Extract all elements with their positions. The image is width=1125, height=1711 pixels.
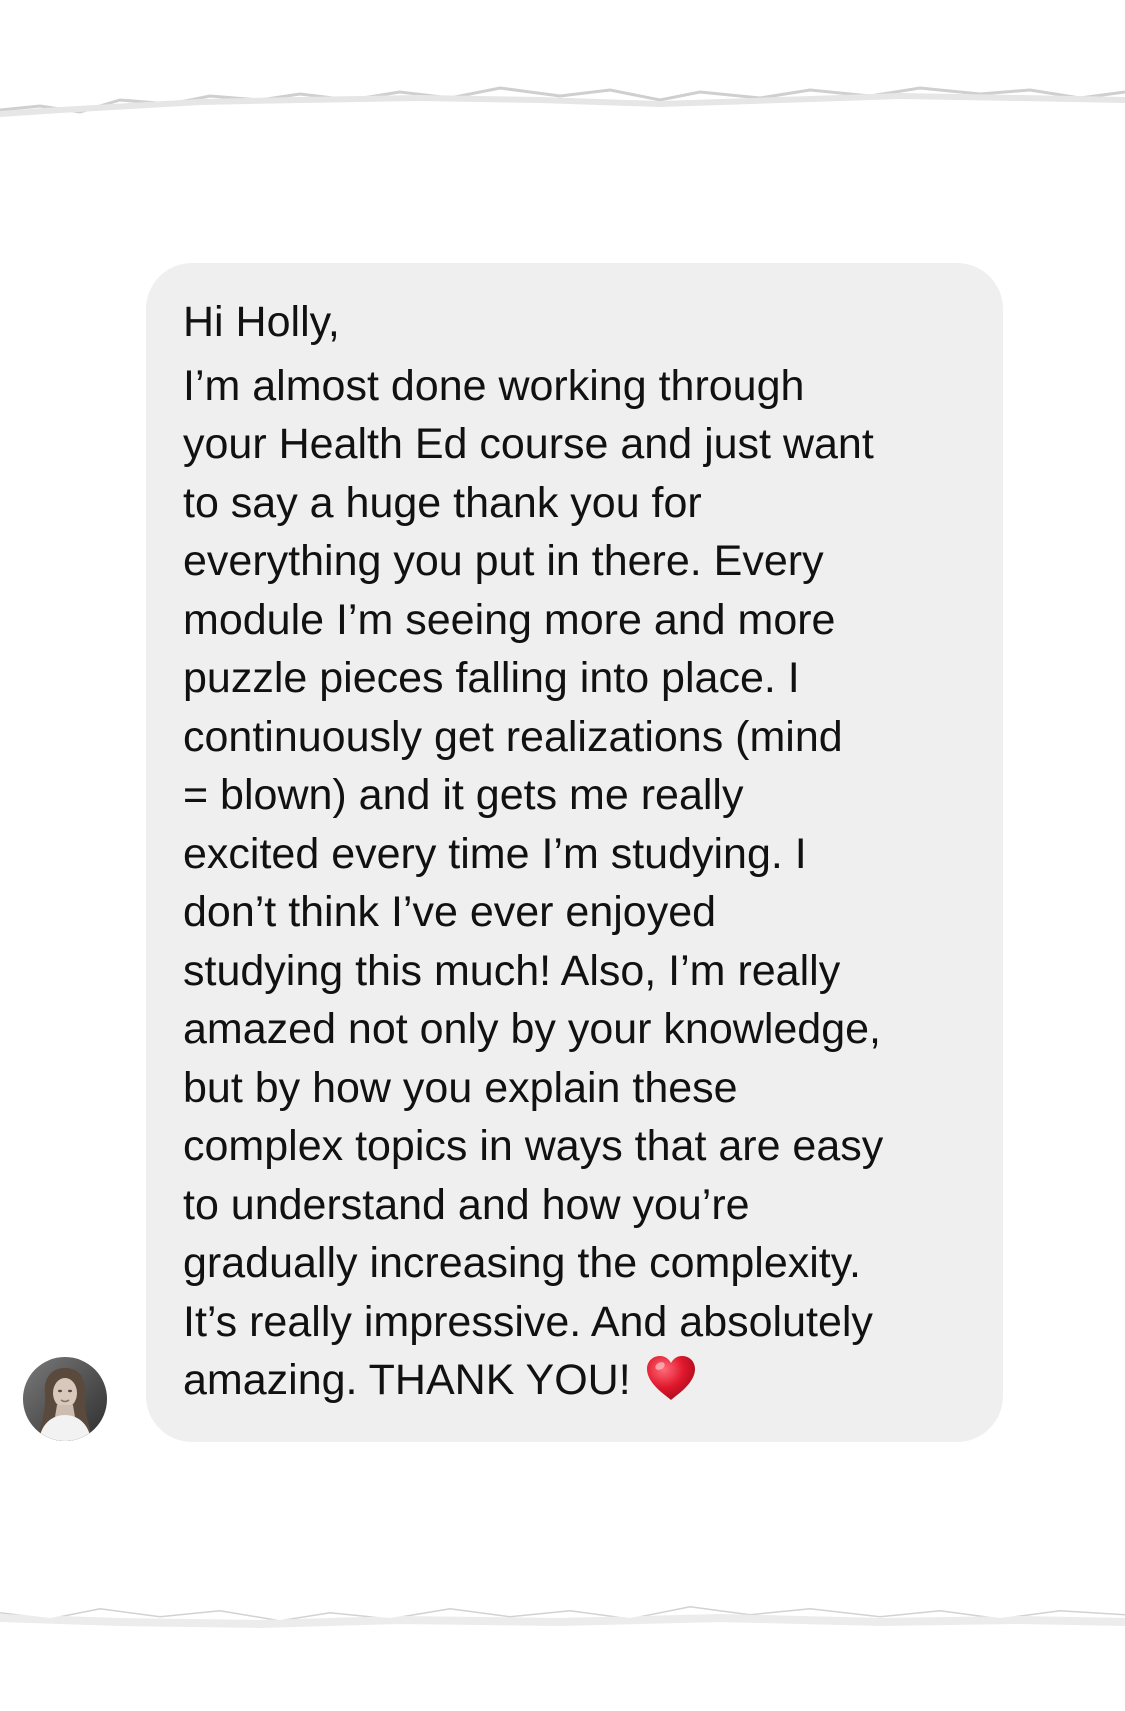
message-line: but by how you explain these [183,1063,738,1112]
message-line: I’m almost done working through [183,361,805,410]
message-line: complex topics in ways that are easy [183,1122,884,1170]
message-line: excited every time I’m studying. I [183,829,807,878]
torn-paper-edge-top [0,86,1125,130]
message-line: your Health Ed course and just want [183,420,874,468]
message-line: studying this much! Also, I’m really [183,946,841,995]
message-line: amazed not only by your knowledge, [183,1005,881,1053]
message-bubble[interactable]: Hi Holly, I’m almost done working throug… [146,263,1003,1442]
message-line: It’s really impressive. And absolutely [183,1297,873,1346]
message-greeting: Hi Holly, [183,298,340,346]
message-line: module I’m seeing more and more [183,595,836,644]
message-line: to say a huge thank you for [183,478,702,527]
message-line: continuously get realizations (mind [183,712,843,761]
red-heart-icon [646,1356,695,1400]
message-line: to understand and how you’re [183,1180,750,1229]
message-line: = blown) and it gets me really [183,771,744,819]
message-last-line-text: amazing. THANK YOU! [183,1356,631,1404]
message-last-line: amazing. THANK YOU! [183,1351,983,1410]
message-line: don’t think I’ve ever enjoyed [183,888,717,936]
message-line: puzzle pieces falling into place. I [183,654,800,702]
avatar-photo-icon [23,1357,107,1441]
torn-paper-edge-bottom [0,1588,1125,1629]
message-line: gradually increasing the complexity. [183,1239,861,1287]
message-line: everything you put in there. Every [183,537,824,585]
sender-avatar[interactable] [23,1357,107,1441]
screenshot-page: Hi Holly, I’m almost done working throug… [0,0,1125,1711]
